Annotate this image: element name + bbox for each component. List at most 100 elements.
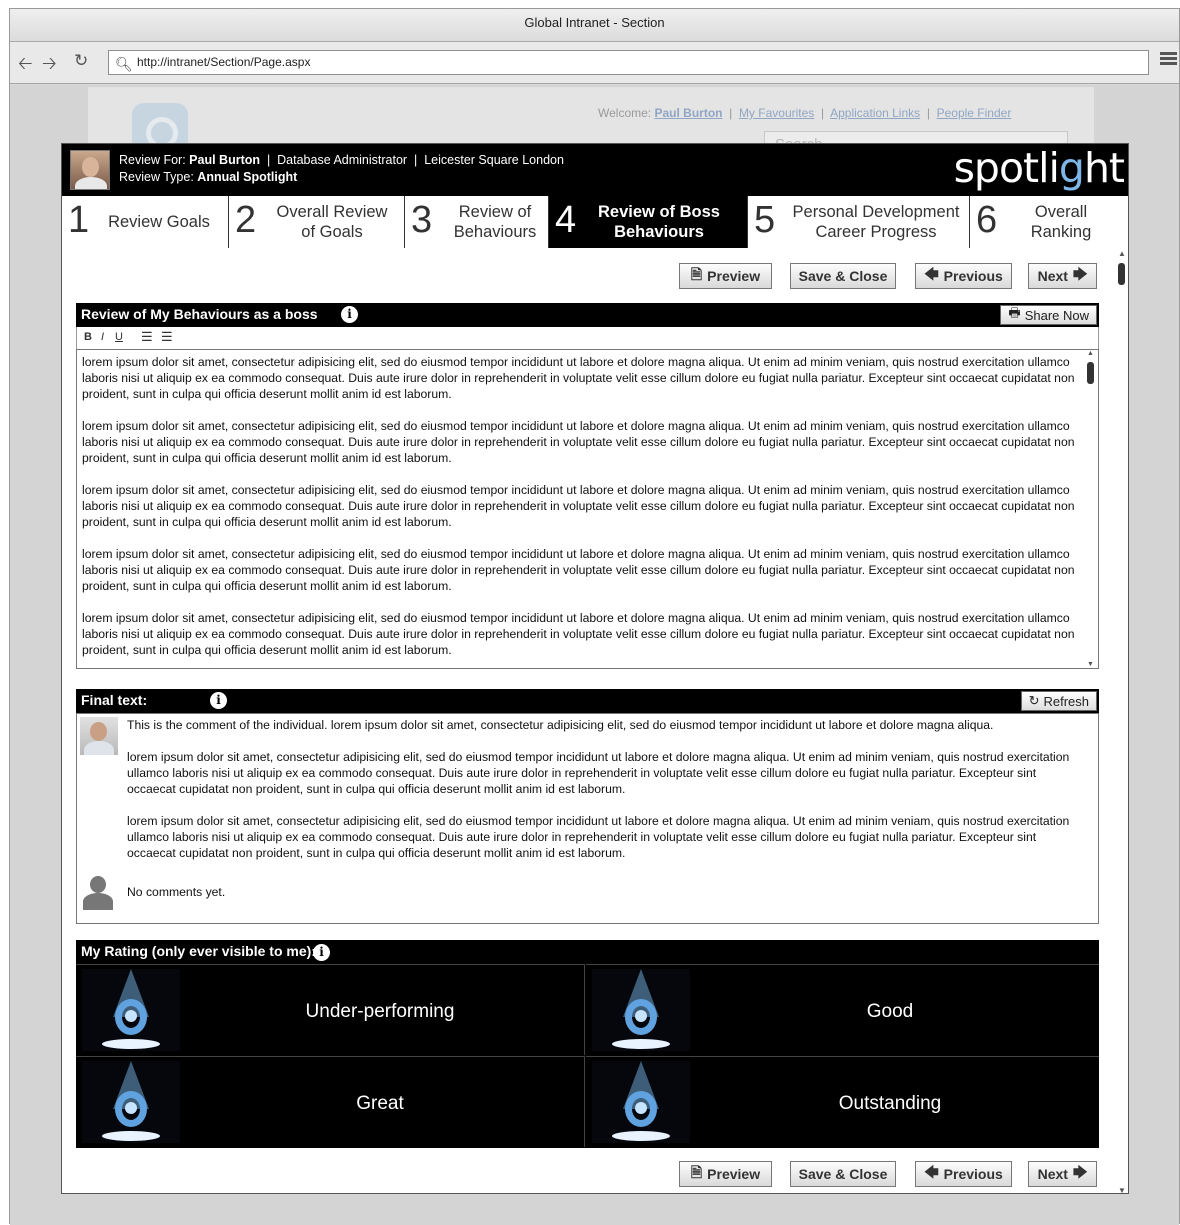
arrow-right-icon[interactable]: 🡢 (42, 51, 57, 81)
review-for-label: Review For: (119, 153, 186, 167)
editor-paragraph: lorem ipsum dolor sit amet, consectetur … (82, 419, 1075, 465)
scroll-up-arrow-icon[interactable]: ▲ (1118, 249, 1126, 258)
tab-review-of-behaviours[interactable]: 3 Review of Behaviours (405, 196, 549, 248)
tab-overall-review-of-goals[interactable]: 2 Overall Review of Goals (229, 196, 405, 248)
user-placeholder-icon (80, 874, 118, 912)
application-links-link[interactable]: Application Links (830, 106, 920, 120)
rich-text-toolbar: B I U ☰ ☰ (76, 327, 1099, 349)
review-for-line: Review For: Paul Burton | Database Admin… (119, 153, 564, 167)
final-text-comments: This is the comment of the individual. l… (76, 713, 1099, 924)
address-bar[interactable]: 🔍︎ http://intranet/Section/Page.aspx (108, 50, 1149, 75)
tab-overall-ranking[interactable]: 6 Overall Ranking (970, 196, 1128, 248)
reload-icon[interactable]: ↻ (74, 51, 88, 71)
tab-label: Overall Review of Goals (276, 203, 388, 241)
tab-label: Personal Development Career Progress (792, 203, 960, 241)
rating-label: Outstanding (838, 1093, 942, 1114)
rating-option-under-performing[interactable]: Under-performing (76, 964, 585, 1055)
page-scrollbar[interactable]: ▲ ▼ (1115, 249, 1128, 1193)
tab-personal-development[interactable]: 5 Personal Development Career Progress (748, 196, 970, 248)
my-favourites-link[interactable]: My Favourites (739, 106, 814, 120)
tab-number: 3 (411, 199, 433, 241)
arrow-left-icon: 🡄 (924, 266, 939, 282)
scroll-down-arrow-icon[interactable]: ▼ (1087, 661, 1094, 668)
tab-number: 4 (555, 199, 577, 241)
arrow-left-icon[interactable]: 🡠 (18, 51, 33, 81)
step-content: ▲ ▼ 🗎︎ Preview Save & Close 🡄 Previous Nex… (62, 249, 1128, 1193)
welcome-label: Welcome: (598, 106, 652, 120)
rating-label: Great (356, 1093, 404, 1114)
review-type-label: Review Type: (119, 170, 194, 184)
next-button[interactable]: Next 🡆 (1028, 263, 1097, 289)
arrow-right-icon: 🡆 (1072, 266, 1088, 282)
italic-button[interactable]: I (101, 331, 104, 343)
pdf-icon: 🗎︎ (690, 1164, 703, 1180)
info-icon[interactable]: i (341, 306, 358, 323)
tab-label: Review of Behaviours (453, 203, 537, 241)
share-now-button[interactable]: 🖶︎ Share Now (1000, 305, 1097, 325)
tab-label: Review Goals (108, 213, 210, 231)
behaviours-section-header: Review of My Behaviours as a boss i 🖶︎ Sh… (76, 303, 1099, 327)
refresh-button[interactable]: ↻ Refresh (1020, 691, 1097, 711)
my-rating-panel: My Rating (only ever visible to me): i U… (76, 940, 1099, 1148)
numbered-list-icon[interactable]: ☰ (161, 329, 173, 345)
section-title: Final text: (81, 692, 148, 708)
scroll-up-arrow-icon[interactable]: ▲ (1087, 350, 1094, 357)
section-title: Review of My Behaviours as a boss (81, 306, 318, 322)
rating-title: My Rating (only ever visible to me): (81, 943, 316, 959)
comment-paragraph: lorem ipsum dolor sit amet, consectetur … (127, 750, 1070, 796)
people-finder-link[interactable]: People Finder (937, 106, 1012, 120)
employee-avatar (70, 150, 110, 190)
tab-number: 6 (976, 199, 998, 241)
previous-button[interactable]: 🡄 Previous (915, 263, 1012, 289)
rating-option-good[interactable]: Good (586, 964, 1099, 1055)
review-type-line: Review Type: Annual Spotlight (119, 170, 297, 184)
review-type-value: Annual Spotlight (197, 170, 298, 184)
empty-comments-text: No comments yet. (127, 885, 226, 899)
spotlight-icon (82, 1061, 180, 1143)
commenter-avatar (80, 717, 118, 755)
save-close-button[interactable]: Save & Close (790, 263, 896, 289)
preview-button[interactable]: 🗎︎ Preview (679, 263, 772, 289)
bold-button[interactable]: B (84, 331, 92, 343)
employee-role: Database Administrator (277, 153, 408, 167)
refresh-icon: ↻ (1028, 693, 1040, 708)
tab-number: 1 (68, 199, 90, 241)
hamburger-menu-icon[interactable] (1160, 52, 1177, 66)
save-close-button[interactable]: Save & Close (790, 1161, 896, 1187)
spotlight-icon (592, 969, 690, 1051)
bulleted-list-icon[interactable]: ☰ (141, 329, 153, 345)
info-icon[interactable]: i (313, 944, 330, 961)
spotlight-logo: spotlight (953, 144, 1125, 192)
welcome-user-link[interactable]: Paul Burton (654, 106, 722, 120)
pdf-icon: 🗎︎ (690, 266, 703, 282)
spotlight-icon (82, 969, 180, 1051)
preview-button[interactable]: 🗎︎ Preview (679, 1161, 772, 1187)
bottom-action-bar: 🗎︎ Preview Save & Close 🡄 Previous Next 🡆 (62, 1161, 1128, 1187)
final-text-section-header: Final text: i ↻ Refresh (76, 689, 1099, 713)
tab-review-goals[interactable]: 1 Review Goals (62, 196, 229, 248)
scrollbar-thumb[interactable] (1087, 362, 1094, 384)
previous-button[interactable]: 🡄 Previous (915, 1161, 1012, 1187)
rating-option-great[interactable]: Great (76, 1056, 585, 1147)
review-dialog: Review For: Paul Burton | Database Admin… (61, 143, 1129, 1194)
editor-scrollbar[interactable]: ▲ ▼ (1084, 350, 1098, 668)
underline-button[interactable]: U (115, 331, 123, 343)
rating-option-outstanding[interactable]: Outstanding (586, 1056, 1099, 1147)
tab-review-of-boss-behaviours[interactable]: 4 Review of Boss Behaviours (549, 196, 748, 248)
step-tabs: 1 Review Goals 2 Overall Review of Goals … (62, 196, 1128, 248)
top-action-bar: 🗎︎ Preview Save & Close 🡄 Previous Next 🡆 (62, 263, 1128, 289)
search-icon: 🔍︎ (115, 56, 133, 72)
tab-label: Review of Boss Behaviours (598, 203, 720, 241)
info-icon[interactable]: i (210, 692, 227, 709)
browser-toolbar: 🡠 🡢 ↻ 🔍︎ http://intranet/Section/Page.as… (10, 42, 1179, 84)
editor-paragraph: lorem ipsum dolor sit amet, consectetur … (82, 611, 1075, 657)
editor-paragraph: lorem ipsum dolor sit amet, consectetur … (82, 547, 1075, 593)
behaviours-text-editor[interactable]: lorem ipsum dolor sit amet, consectetur … (76, 349, 1099, 669)
rating-label: Under-performing (305, 1001, 455, 1022)
employee-location: Leicester Square London (424, 153, 564, 167)
editor-paragraph: lorem ipsum dolor sit amet, consectetur … (82, 483, 1075, 529)
tab-label: Overall Ranking (1030, 203, 1092, 241)
tab-number: 2 (235, 199, 257, 241)
scroll-down-arrow-icon[interactable]: ▼ (1118, 1186, 1126, 1193)
next-button[interactable]: Next 🡆 (1028, 1161, 1097, 1187)
